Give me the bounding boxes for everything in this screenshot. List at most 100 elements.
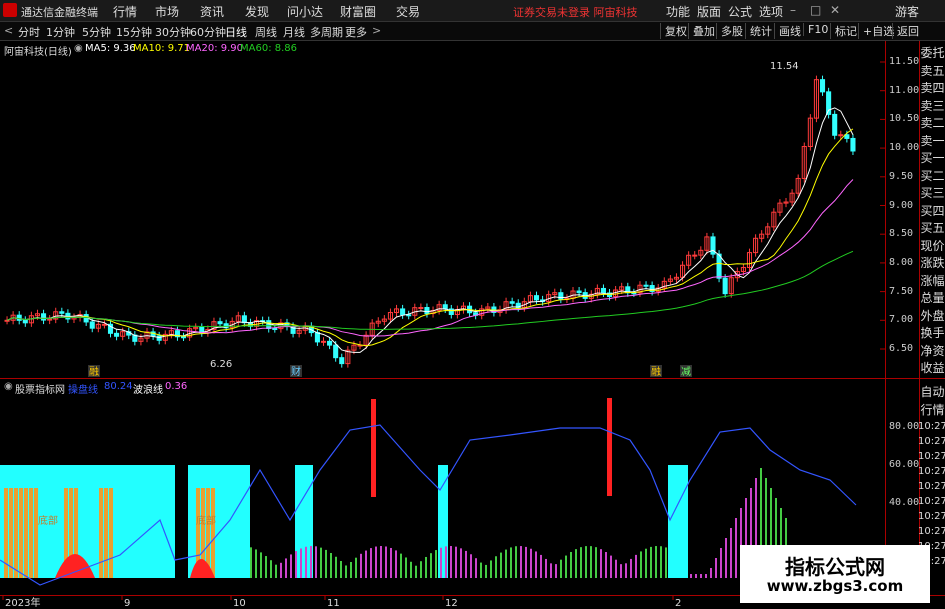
ma-line-20 (6, 179, 854, 337)
histogram-bar (465, 550, 467, 578)
side-item[interactable]: 卖五 (920, 62, 945, 79)
histogram-bar (575, 549, 577, 578)
histogram-bar (285, 558, 287, 578)
histogram-bar (660, 546, 662, 578)
histogram-bar (360, 553, 362, 578)
candle-body (400, 308, 406, 316)
histogram-bar (340, 560, 342, 578)
candle-body (533, 295, 540, 301)
bottom-zone-block (668, 465, 688, 578)
side-tab[interactable]: 自动 (920, 383, 945, 400)
date-tick: 12 (445, 598, 458, 609)
side-item[interactable]: 买三 (920, 184, 945, 201)
histogram-bar (320, 547, 322, 578)
histogram-bar (530, 548, 532, 578)
candle-body (838, 134, 844, 137)
side-item[interactable]: 买四 (920, 202, 945, 219)
histogram-bar (505, 549, 507, 578)
candle-body (89, 321, 95, 329)
histogram-bar (295, 551, 297, 578)
histogram-bar (330, 552, 332, 578)
histogram-bar (415, 565, 417, 578)
histogram-bar (700, 574, 702, 578)
histogram-bar (345, 565, 347, 578)
price-tick: 6.50 (889, 343, 914, 354)
histogram-bar (375, 546, 377, 578)
side-item[interactable]: 收益 (920, 359, 945, 376)
side-item[interactable]: 委托 (920, 44, 945, 61)
price-tick: 7.00 (889, 314, 914, 326)
side-item[interactable]: 买二 (920, 167, 945, 184)
candle-body (844, 134, 850, 139)
histogram-bar (250, 547, 252, 578)
histogram-bar (450, 546, 452, 578)
histogram-bar (490, 560, 492, 578)
candle-body (716, 253, 722, 279)
bottom-label: 底部 (38, 514, 58, 527)
histogram-bar (600, 549, 602, 578)
date-tick: 2 (675, 598, 681, 609)
side-item[interactable]: 净资 (920, 342, 945, 359)
tick-time: 10:27 (918, 496, 945, 507)
side-item[interactable]: 买一 (920, 149, 945, 166)
histogram-bar (475, 558, 477, 578)
signal-bar (19, 488, 23, 578)
ma-line-10 (6, 128, 854, 347)
side-tab[interactable]: 行情 (920, 401, 945, 418)
histogram-bar (625, 563, 627, 578)
tick-time: 10:27 (918, 466, 945, 477)
indicator-tick: 60.00 (889, 459, 920, 470)
side-item[interactable]: 卖一 (920, 132, 945, 149)
signal-bar (9, 488, 13, 578)
side-item[interactable]: 外盘 (920, 307, 945, 324)
candle-body (4, 319, 10, 322)
signal-bar (34, 488, 38, 578)
candle-body (558, 292, 564, 300)
candle-body (180, 336, 187, 339)
side-item[interactable]: 卖四 (920, 79, 945, 96)
histogram-bar (690, 574, 692, 578)
histogram-bar (730, 528, 732, 578)
histogram-bar (355, 557, 357, 578)
histogram-bar (440, 547, 442, 578)
side-item[interactable]: 总量 (920, 289, 945, 306)
tick-time: 10:27 (918, 526, 945, 537)
candle-body (114, 332, 120, 337)
histogram-bar (435, 550, 437, 578)
candle-body (272, 328, 278, 331)
side-item[interactable]: 涨跌 (920, 254, 945, 271)
candle-body (406, 314, 412, 317)
histogram-bar (500, 552, 502, 578)
date-tick: 10 (233, 598, 246, 609)
event-marker: 融 (89, 366, 99, 378)
histogram-bar (520, 546, 522, 578)
histogram-bar (645, 548, 647, 578)
side-item[interactable]: 卖三 (920, 97, 945, 114)
histogram-bar (695, 574, 697, 578)
high-price-label: 11.54 (770, 61, 799, 72)
tick-time: 10:27 (918, 481, 945, 492)
histogram-bar (580, 547, 582, 578)
histogram-bar (255, 549, 257, 578)
candle-body (424, 307, 430, 315)
date-tick: 9 (124, 598, 130, 609)
histogram-bar (635, 554, 637, 578)
histogram-bar (460, 548, 462, 578)
watermark-url: www.zbgs3.com (766, 577, 904, 595)
candle-body (156, 335, 162, 341)
histogram-bar (655, 546, 657, 578)
side-item[interactable]: 买五 (920, 219, 945, 236)
side-item[interactable]: 现价 (920, 237, 945, 254)
histogram-bar (300, 548, 302, 578)
side-item[interactable]: 卖二 (920, 114, 945, 131)
histogram-bar (275, 564, 277, 578)
candle-body (339, 357, 345, 365)
side-item[interactable]: 换手 (920, 324, 945, 341)
side-item[interactable]: 涨幅 (920, 272, 945, 289)
histogram-bar (370, 548, 372, 578)
histogram-bar (350, 562, 352, 578)
histogram-bar (470, 554, 472, 578)
candle-body (600, 287, 606, 294)
candle-body (241, 315, 247, 324)
price-tick: 9.50 (889, 170, 914, 182)
